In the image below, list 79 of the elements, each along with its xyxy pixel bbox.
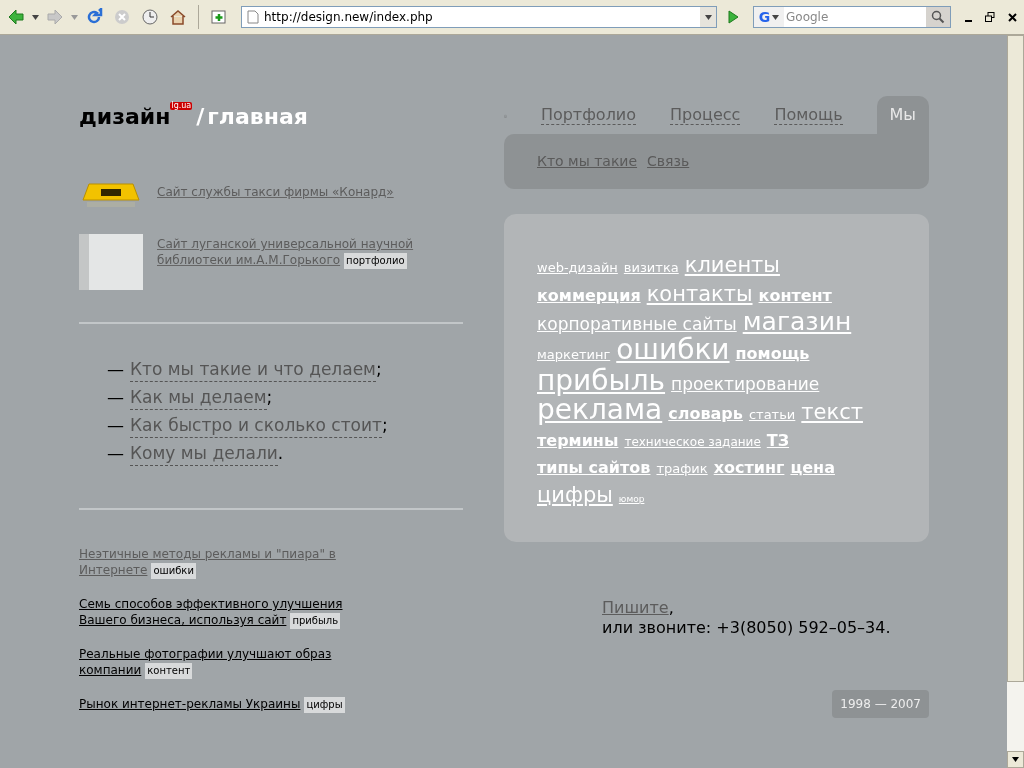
tag-link[interactable]: помощь (735, 341, 810, 367)
tag-link[interactable]: ошибки (616, 337, 730, 363)
article-link[interactable]: Рынок интернет-рекламы Украины цифры (79, 696, 373, 713)
dropdown-icon[interactable] (32, 14, 39, 20)
tag-link[interactable]: статьи (748, 402, 796, 428)
dropdown-icon[interactable] (772, 14, 780, 20)
phone-text: или звоните: +3(8050) 592–05–34. (602, 618, 892, 638)
tag-link[interactable]: контакты (646, 281, 753, 307)
tag-link[interactable]: трафик (656, 456, 708, 482)
search-icon (931, 10, 945, 24)
nav-tab[interactable]: Мы (876, 96, 929, 134)
tag-label[interactable]: контент (145, 663, 193, 679)
article-link[interactable]: Реальные фотографии улучшают образ компании контент (79, 646, 373, 679)
write-link[interactable]: Пишите (602, 598, 669, 617)
subnav-link[interactable]: Кто мы такие (537, 151, 638, 172)
tag-link[interactable]: ТЗ (766, 428, 790, 454)
photo-placeholder (79, 234, 143, 290)
tag-link[interactable]: реклама (537, 397, 663, 423)
tag-label[interactable]: портфолио (344, 253, 407, 269)
tag-link[interactable]: визитка (623, 255, 679, 281)
tag-link[interactable]: проектирование (671, 371, 820, 397)
dash-text: — (107, 414, 124, 437)
tag-link[interactable]: клиенты (684, 252, 780, 278)
search-button[interactable] (926, 7, 950, 27)
tag-link[interactable]: техническое задание (624, 429, 761, 455)
punctuation-text: ; (375, 358, 382, 381)
comma-text: , (668, 598, 674, 617)
subnav-link[interactable]: Связь (647, 151, 690, 172)
dash-text: — (107, 386, 124, 409)
article-link[interactable]: Неэтичные методы рекламы и "пиара" в Интернете ошибки (79, 546, 373, 579)
about-link[interactable]: Как мы делаем (130, 386, 267, 410)
dropdown-icon[interactable] (704, 14, 712, 20)
copyright-badge: 1998 — 2007 (832, 690, 929, 718)
tag-label[interactable]: цифры (304, 697, 345, 713)
tag-link[interactable]: цифры (537, 482, 613, 508)
tag-link[interactable]: текст (801, 399, 863, 425)
tag-link[interactable]: словарь (668, 401, 743, 427)
tag-link[interactable]: web-дизайн (537, 255, 618, 281)
restore-icon (985, 12, 995, 22)
page-title: главная (207, 106, 308, 128)
tag-link[interactable]: коммерция (537, 283, 641, 309)
about-link[interactable]: Как быстро и сколько стоит (130, 414, 382, 438)
article-link[interactable]: Семь способов эффективного улучшения Вашего бизнеса, используя сайт прибыль (79, 596, 373, 629)
nav-tab[interactable]: Портфолио (540, 96, 637, 134)
punctuation-text: . (277, 442, 284, 465)
tag-link[interactable]: термины (537, 428, 619, 454)
logo-text: дизайн (79, 106, 171, 128)
tag-link[interactable]: хостинг (713, 455, 785, 481)
punctuation-text: ; (381, 414, 388, 437)
taxi-sign-icon (79, 180, 143, 210)
url-text: http://design.new/index.php (264, 9, 434, 26)
separator-text: / (196, 106, 205, 128)
about-link[interactable]: Кто мы такие и что делаем (130, 358, 376, 382)
close-icon (1007, 12, 1017, 22)
tag-link[interactable]: юмор (618, 486, 645, 512)
search-field[interactable]: Google (784, 7, 926, 27)
page-icon (247, 10, 259, 24)
dash-text: — (107, 358, 124, 381)
tag-link[interactable]: маркетинг (537, 342, 611, 368)
tag-label[interactable]: прибыль (290, 613, 341, 629)
address-field[interactable]: http://design.new/index.php (241, 6, 717, 28)
punctuation-text: ; (266, 386, 273, 409)
restore-button[interactable] (982, 9, 998, 25)
nav-tab[interactable]: Процесс (670, 96, 741, 134)
nav-tab[interactable]: Помощь (774, 96, 843, 134)
tag-label[interactable]: ошибки (151, 563, 196, 579)
dash-text: — (107, 442, 124, 465)
tag-link[interactable]: магазин (742, 309, 852, 335)
tag-link[interactable]: контент (758, 283, 832, 309)
tag-link[interactable]: корпоративные сайты (537, 311, 737, 337)
project-link[interactable]: Сайт луганской универсальной научной библиотеки им.А.М.Горького портфолио (157, 236, 463, 269)
about-link[interactable]: Кому мы делали (130, 442, 278, 466)
tag-link[interactable]: прибыль (537, 368, 666, 394)
tag-link[interactable]: цена (790, 455, 835, 481)
domain-badge: lg.ua (170, 102, 193, 110)
search-box[interactable]: G Google (753, 6, 951, 28)
scroll-down-icon[interactable] (1012, 757, 1019, 762)
tag-link[interactable]: типы сайтов (537, 455, 651, 481)
project-link[interactable]: Сайт службы такси фирмы «Конард» (157, 184, 394, 200)
